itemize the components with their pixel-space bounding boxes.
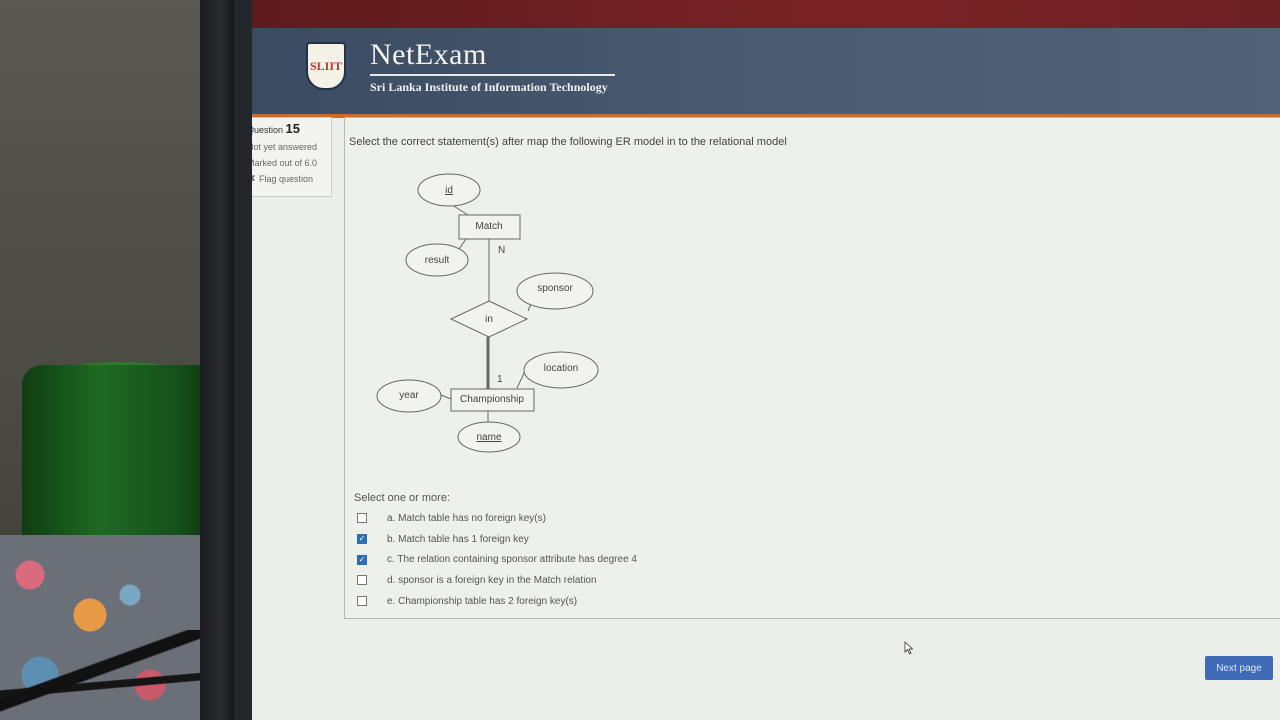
next-page-button[interactable]: Next page (1205, 656, 1273, 680)
answer-option-a[interactable]: a. Match table has no foreign key(s) (357, 508, 637, 529)
select-prompt: Select one or more: (354, 492, 450, 504)
er-cardinality-n: N (498, 245, 505, 256)
er-match-label: Match (475, 221, 502, 232)
monitor-bezel (200, 0, 234, 720)
logo-text: SLIIT (309, 59, 343, 73)
er-location-attribute: location (523, 351, 599, 389)
answer-label: e. Championship table has 2 foreign key(… (387, 595, 578, 607)
question-number-value: 15 (285, 121, 301, 136)
er-id-attribute: id (417, 173, 481, 207)
monitor-bezel-edge (234, 0, 252, 720)
er-cardinality-1: 1 (497, 374, 503, 385)
er-result-attribute: result (405, 243, 469, 277)
answer-checkbox[interactable]: ✓ (357, 554, 367, 565)
er-in-relationship: in (449, 300, 529, 338)
sliit-logo: SLIIT (306, 42, 346, 90)
er-in-label: in (485, 314, 493, 325)
answer-label: a. Match table has no foreign key(s) (387, 512, 546, 524)
flag-question-link[interactable]: Flag question (252, 174, 325, 184)
brand-subtitle: Sri Lanka Institute of Information Techn… (370, 80, 608, 94)
brand-title: NetExam (370, 38, 487, 71)
er-name-label: name (476, 432, 501, 443)
er-result-label: result (425, 255, 450, 266)
question-content: Select the correct statement(s) after ma… (344, 117, 1280, 619)
er-championship-label: Championship (460, 394, 524, 405)
answer-label: c. The relation containing sponsor attri… (387, 554, 637, 566)
answer-checkbox[interactable] (357, 513, 367, 524)
question-label: Question (252, 125, 284, 135)
question-marks: Marked out of 6.0 (252, 158, 318, 168)
answer-label: d. sponsor is a foreign key in the Match… (387, 574, 597, 586)
question-info-box: Question 15 Not yet answered Marked out … (252, 117, 332, 197)
er-name-attribute: name (457, 421, 521, 453)
question-number: Question 15 (252, 121, 325, 136)
flag-icon (252, 175, 255, 180)
answer-option-c[interactable]: ✓ c. The relation containing sponsor att… (357, 549, 637, 570)
mouse-cursor-icon (904, 641, 914, 655)
cable (0, 630, 215, 720)
er-id-label: id (445, 185, 453, 196)
er-championship-entity: Championship (450, 388, 535, 412)
answer-option-e[interactable]: e. Championship table has 2 foreign key(… (357, 591, 637, 612)
answer-option-b[interactable]: ✓ b. Match table has 1 foreign key (357, 529, 637, 550)
er-year-label: year (399, 390, 419, 401)
answer-option-d[interactable]: d. sponsor is a foreign key in the Match… (357, 570, 637, 591)
header-banner: SLIIT NetExam Sri Lanka Institute of Inf… (252, 28, 1280, 118)
answer-label: b. Match table has 1 foreign key (387, 533, 529, 545)
er-match-entity: Match (458, 214, 521, 240)
brand-divider (370, 74, 615, 76)
er-location-label: location (544, 363, 578, 374)
question-status: Not yet answered (252, 142, 318, 152)
flag-question-label: Flag question (259, 174, 314, 184)
er-sponsor-label: sponsor (537, 283, 573, 294)
screen: SLIIT NetExam Sri Lanka Institute of Inf… (252, 0, 1280, 720)
er-sponsor-attribute: sponsor (516, 272, 594, 310)
top-strip (252, 0, 1280, 28)
er-year-attribute: year (376, 379, 442, 413)
er-diagram: Match Championship in id result sponsor (376, 173, 599, 453)
answer-list: a. Match table has no foreign key(s) ✓ b… (357, 508, 637, 611)
answer-checkbox[interactable] (357, 575, 367, 586)
answer-checkbox[interactable]: ✓ (357, 534, 367, 545)
answer-checkbox[interactable] (357, 596, 367, 607)
